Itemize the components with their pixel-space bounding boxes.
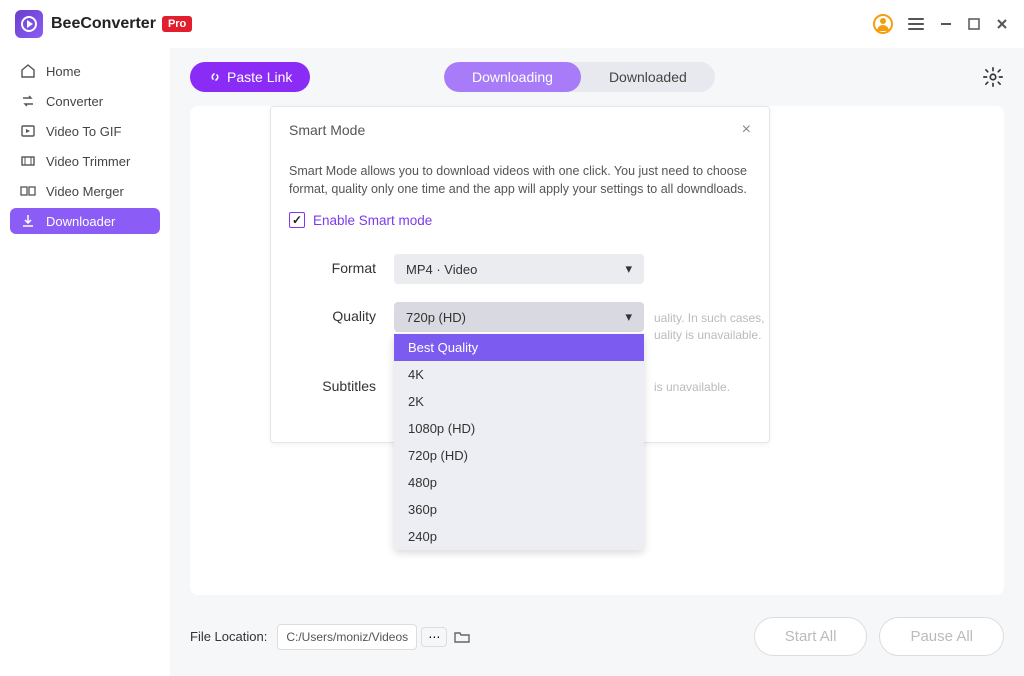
file-location-label: File Location: <box>190 629 267 644</box>
pro-badge: Pro <box>162 16 192 32</box>
menu-icon[interactable] <box>907 15 925 33</box>
content-area: Smart Mode × Smart Mode allows you to do… <box>190 106 1004 595</box>
tab-downloaded[interactable]: Downloaded <box>581 62 715 92</box>
app-logo <box>15 10 43 38</box>
converter-icon <box>20 93 36 109</box>
paste-link-button[interactable]: Paste Link <box>190 62 310 92</box>
link-icon <box>208 70 222 84</box>
more-icon[interactable]: ⋯ <box>421 627 447 647</box>
sidebar-item-home[interactable]: Home <box>10 58 160 84</box>
subtitles-label: Subtitles <box>289 372 394 394</box>
folder-icon[interactable] <box>453 628 471 646</box>
sidebar-item-video-merger[interactable]: Video Merger <box>10 178 160 204</box>
format-label: Format <box>289 254 394 276</box>
account-icon[interactable] <box>873 14 893 34</box>
checkbox-icon <box>289 212 305 228</box>
sidebar-item-converter[interactable]: Converter <box>10 88 160 114</box>
tabs: Downloading Downloaded <box>444 62 715 92</box>
checkbox-label: Enable Smart mode <box>313 213 432 228</box>
smart-mode-dialog: Smart Mode × Smart Mode allows you to do… <box>270 106 770 443</box>
sidebar-item-label: Video To GIF <box>46 124 121 139</box>
sidebar-item-label: Converter <box>46 94 103 109</box>
quality-dropdown: Best Quality 4K 2K 1080p (HD) 720p (HD) … <box>394 334 644 550</box>
sidebar-item-label: Video Trimmer <box>46 154 130 169</box>
sidebar-item-video-to-gif[interactable]: Video To GIF <box>10 118 160 144</box>
quality-option-720p[interactable]: 720p (HD) <box>394 442 644 469</box>
quality-hint: uality. In such cases,uality is unavaila… <box>654 310 774 344</box>
sidebar-item-downloader[interactable]: Downloader <box>10 208 160 234</box>
quality-option-2k[interactable]: 2K <box>394 388 644 415</box>
trimmer-icon <box>20 153 36 169</box>
sidebar-item-label: Downloader <box>46 214 115 229</box>
gif-icon <box>20 123 36 139</box>
caret-down-icon: ▾ <box>625 309 632 325</box>
quality-option-4k[interactable]: 4K <box>394 361 644 388</box>
tab-downloading[interactable]: Downloading <box>444 62 581 92</box>
quality-option-480p[interactable]: 480p <box>394 469 644 496</box>
dialog-title: Smart Mode <box>289 122 365 138</box>
minimize-icon[interactable] <box>939 17 953 31</box>
dialog-description: Smart Mode allows you to download videos… <box>289 163 751 198</box>
quality-option-240p[interactable]: 240p <box>394 523 644 550</box>
pause-all-button[interactable]: Pause All <box>879 617 1004 656</box>
maximize-icon[interactable] <box>967 17 981 31</box>
sidebar-item-label: Home <box>46 64 81 79</box>
download-icon <box>20 213 36 229</box>
app-title: BeeConverter <box>51 15 156 33</box>
file-location-input[interactable] <box>277 624 417 650</box>
close-icon[interactable] <box>995 17 1009 31</box>
quality-option-best[interactable]: Best Quality <box>394 334 644 361</box>
caret-down-icon: ▾ <box>625 261 632 277</box>
titlebar: BeeConverter Pro <box>0 0 1024 48</box>
dialog-close-icon[interactable]: × <box>742 121 751 139</box>
start-all-button[interactable]: Start All <box>754 617 868 656</box>
format-select[interactable]: MP4 · Video ▾ <box>394 254 644 284</box>
quality-select[interactable]: 720p (HD) ▾ <box>394 302 644 332</box>
sidebar: Home Converter Video To GIF Video Trimme… <box>0 48 170 676</box>
subtitles-hint: is unavailable. <box>654 380 730 394</box>
sidebar-item-video-trimmer[interactable]: Video Trimmer <box>10 148 160 174</box>
quality-option-1080p[interactable]: 1080p (HD) <box>394 415 644 442</box>
quality-label: Quality <box>289 302 394 324</box>
merger-icon <box>20 183 36 199</box>
sidebar-item-label: Video Merger <box>46 184 124 199</box>
enable-smart-mode-checkbox[interactable]: Enable Smart mode <box>289 212 751 228</box>
settings-icon[interactable] <box>982 66 1004 88</box>
home-icon <box>20 63 36 79</box>
quality-option-360p[interactable]: 360p <box>394 496 644 523</box>
